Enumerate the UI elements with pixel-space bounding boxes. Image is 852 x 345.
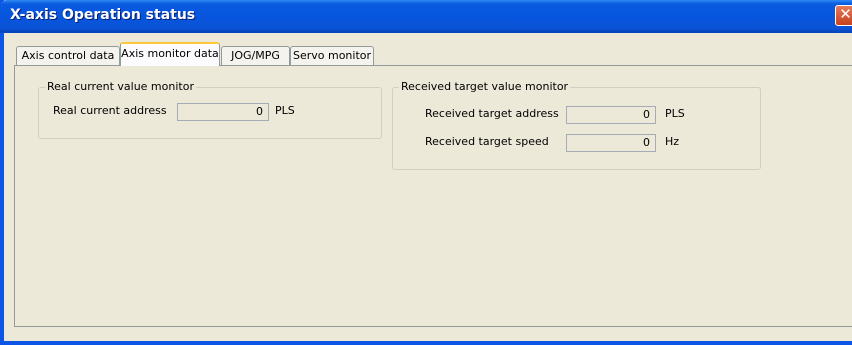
tab-label: JOG/MPG: [231, 49, 280, 62]
operation-status-window: X-axis Operation status ✕ Axis control d…: [0, 0, 852, 345]
real-current-address-label: Real current address: [53, 104, 167, 117]
tab-label: Servo monitor: [292, 49, 372, 62]
received-target-value-monitor-group: Received target value monitor Received t…: [392, 80, 761, 170]
real-current-value-monitor-legend: Real current value monitor: [45, 80, 196, 93]
received-target-address-unit: PLS: [665, 107, 685, 120]
tab-panel-axis-monitor-data: Real current value monitor Real current …: [14, 65, 852, 327]
received-target-speed-label: Received target speed: [425, 135, 549, 148]
tab-servo-monitor[interactable]: Servo monitor: [290, 46, 374, 65]
received-target-speed-unit: Hz: [665, 135, 680, 148]
title-bar[interactable]: X-axis Operation status ✕: [0, 0, 852, 33]
received-target-value-monitor-legend: Received target value monitor: [399, 80, 571, 93]
real-current-address-unit: PLS: [275, 104, 295, 117]
tab-panel-body: Real current value monitor Real current …: [15, 66, 852, 326]
received-target-speed-value: 0: [566, 134, 656, 152]
close-button[interactable]: ✕: [835, 5, 852, 26]
received-target-address-value: 0: [566, 106, 656, 124]
close-icon: ✕: [839, 5, 852, 23]
tab-label: Axis monitor data: [121, 47, 219, 60]
window-title: X-axis Operation status: [10, 7, 196, 23]
tab-jog-mpg[interactable]: JOG/MPG: [221, 46, 290, 65]
tab-axis-control-data[interactable]: Axis control data: [16, 46, 120, 65]
real-current-address-value: 0: [177, 103, 269, 121]
real-current-value-monitor-group: Real current value monitor Real current …: [38, 80, 382, 139]
tab-label: Axis control data: [21, 49, 115, 62]
received-target-address-label: Received target address: [425, 107, 559, 120]
tab-axis-monitor-data[interactable]: Axis monitor data: [120, 42, 220, 66]
